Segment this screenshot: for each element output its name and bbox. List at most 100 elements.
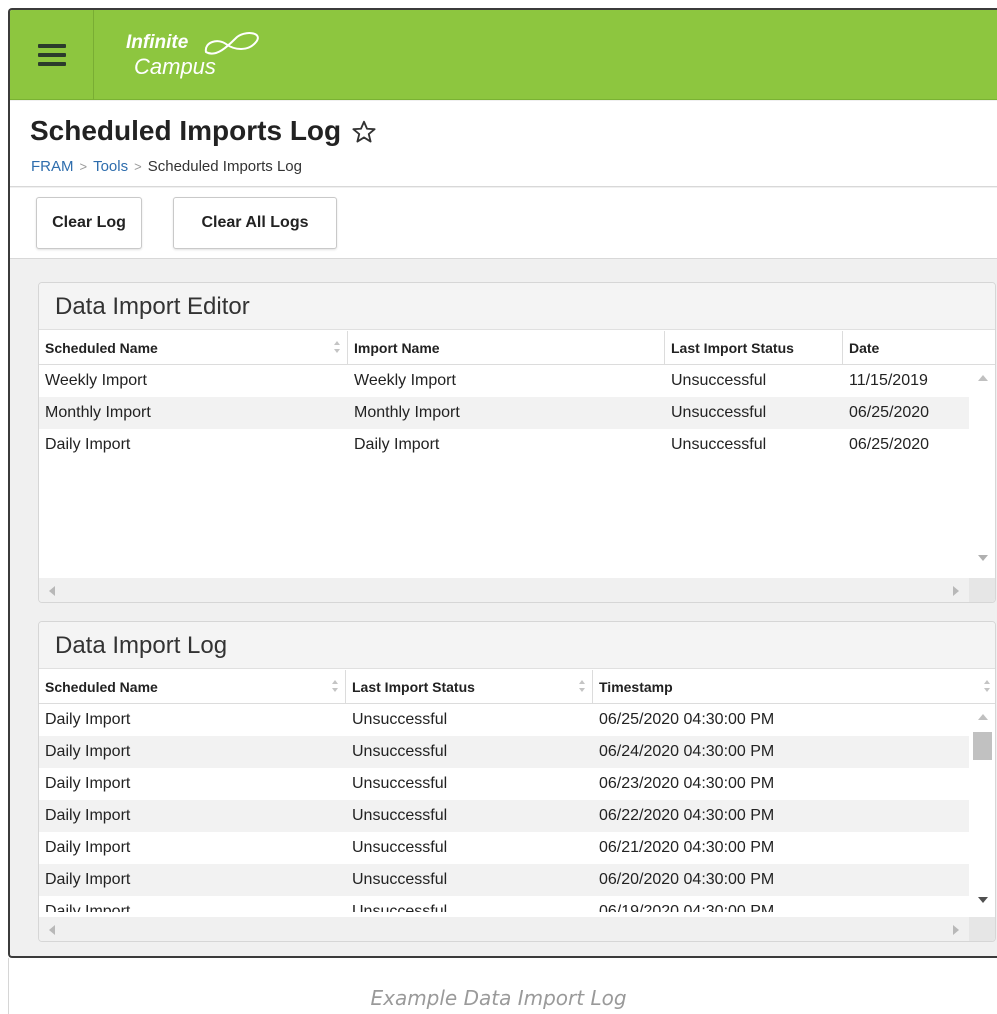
page-header: Scheduled Imports Log FRAM > Tools > Schedul… xyxy=(10,101,997,187)
cell-timestamp: 06/25/2020 04:30:00 PM xyxy=(599,711,775,728)
data-import-log-panel: Data Import Log Scheduled Name Last Impo… xyxy=(38,621,996,942)
sort-icon xyxy=(984,680,990,692)
column-header-last-import-status[interactable]: Last Import Status xyxy=(346,670,593,704)
scroll-right-icon[interactable] xyxy=(953,586,959,596)
table-row[interactable]: Daily Import Daily Import Unsuccessful 0… xyxy=(39,429,995,461)
app-window: Infinite Campus Scheduled Imports Log FR… xyxy=(8,8,997,958)
cell-scheduled-name: Monthly Import xyxy=(45,404,151,421)
page-title: Scheduled Imports Log xyxy=(30,115,342,146)
column-header-last-import-status[interactable]: Last Import Status xyxy=(665,331,843,365)
scroll-down-icon[interactable] xyxy=(978,555,988,561)
log-grid: Scheduled Name Last Import Status Timest… xyxy=(39,670,995,912)
scrollbar-corner xyxy=(969,917,995,941)
vertical-scrollbar[interactable] xyxy=(969,365,995,578)
scroll-up-icon[interactable] xyxy=(978,714,988,720)
scroll-left-icon[interactable] xyxy=(49,925,55,935)
cell-status: Unsuccessful xyxy=(352,775,448,792)
action-toolbar: Clear Log Clear All Logs xyxy=(10,188,997,259)
table-row[interactable]: Daily Import Unsuccessful 06/25/2020 04:… xyxy=(39,704,995,736)
grid-body: Daily Import Unsuccessful 06/25/2020 04:… xyxy=(39,704,995,912)
grid-body: Weekly Import Weekly Import Unsuccessful… xyxy=(39,365,995,461)
logo-swoosh-icon xyxy=(204,32,259,55)
cell-status: Unsuccessful xyxy=(352,839,448,856)
cell-scheduled-name: Daily Import xyxy=(45,711,131,728)
data-import-editor-panel: Data Import Editor Scheduled Name Import… xyxy=(38,282,996,603)
table-row[interactable]: Daily Import Unsuccessful 06/23/2020 04:… xyxy=(39,768,995,800)
cell-timestamp: 06/24/2020 04:30:00 PM xyxy=(599,743,775,760)
column-header-date[interactable]: Date xyxy=(843,331,995,365)
scrollbar-thumb[interactable] xyxy=(973,732,992,760)
cell-scheduled-name: Daily Import xyxy=(45,903,131,912)
figure-caption: Example Data Import Log xyxy=(370,986,627,1010)
clear-all-logs-button[interactable]: Clear All Logs xyxy=(173,197,337,249)
table-row[interactable]: Weekly Import Weekly Import Unsuccessful… xyxy=(39,365,995,397)
menu-icon[interactable] xyxy=(10,10,94,100)
grid-header: Scheduled Name Import Name Last Import S… xyxy=(39,331,995,365)
horizontal-scrollbar[interactable] xyxy=(39,578,971,602)
scroll-left-icon[interactable] xyxy=(49,586,55,596)
table-row[interactable]: Daily Import Unsuccessful 06/22/2020 04:… xyxy=(39,800,995,832)
cell-status: Unsuccessful xyxy=(352,743,448,760)
top-bar: Infinite Campus xyxy=(10,10,997,100)
cell-timestamp: 06/23/2020 04:30:00 PM xyxy=(599,775,775,792)
table-row[interactable]: Daily Import Unsuccessful 06/24/2020 04:… xyxy=(39,736,995,768)
panel-header: Data Import Editor xyxy=(39,283,995,330)
cell-scheduled-name: Weekly Import xyxy=(45,372,147,389)
breadcrumb: FRAM > Tools > Scheduled Imports Log xyxy=(31,158,302,175)
editor-grid: Scheduled Name Import Name Last Import S… xyxy=(39,331,995,461)
panel-title: Data Import Log xyxy=(55,632,228,659)
panel-header: Data Import Log xyxy=(39,622,995,669)
logo-line1: Infinite xyxy=(126,32,189,53)
vertical-scrollbar[interactable] xyxy=(969,704,995,917)
chevron-right-icon: > xyxy=(79,159,88,174)
cell-date: 06/25/2020 xyxy=(849,404,930,421)
column-header-scheduled-name[interactable]: Scheduled Name xyxy=(39,331,348,365)
sort-icon xyxy=(334,341,340,353)
sort-icon xyxy=(332,680,338,692)
cell-status: Unsuccessful xyxy=(671,372,767,389)
cell-status: Unsuccessful xyxy=(352,871,448,888)
cell-status: Unsuccessful xyxy=(671,404,767,421)
cell-import-name: Daily Import xyxy=(354,436,440,453)
star-icon[interactable] xyxy=(351,119,377,145)
table-row[interactable]: Daily Import Unsuccessful 06/21/2020 04:… xyxy=(39,832,995,864)
cell-timestamp: 06/22/2020 04:30:00 PM xyxy=(599,807,775,824)
column-header-scheduled-name[interactable]: Scheduled Name xyxy=(39,670,346,704)
cell-timestamp: 06/21/2020 04:30:00 PM xyxy=(599,839,775,856)
cell-import-name: Weekly Import xyxy=(354,372,456,389)
cell-scheduled-name: Daily Import xyxy=(45,743,131,760)
cell-date: 06/25/2020 xyxy=(849,436,930,453)
cell-date: 11/15/2019 xyxy=(849,372,928,389)
table-row[interactable]: Daily Import Unsuccessful 06/19/2020 04:… xyxy=(39,896,995,912)
breadcrumb-tools[interactable]: Tools xyxy=(93,158,128,175)
cell-timestamp: 06/19/2020 04:30:00 PM xyxy=(599,903,775,912)
cell-scheduled-name: Daily Import xyxy=(45,871,131,888)
breadcrumb-fram[interactable]: FRAM xyxy=(31,158,74,175)
scroll-down-icon[interactable] xyxy=(978,897,988,903)
cell-scheduled-name: Daily Import xyxy=(45,807,131,824)
cell-status: Unsuccessful xyxy=(352,807,448,824)
cell-scheduled-name: Daily Import xyxy=(45,436,131,453)
scroll-up-icon[interactable] xyxy=(978,375,988,381)
panel-title: Data Import Editor xyxy=(55,293,250,320)
cell-status: Unsuccessful xyxy=(352,903,448,912)
cell-scheduled-name: Daily Import xyxy=(45,839,131,856)
column-header-import-name[interactable]: Import Name xyxy=(348,331,665,365)
table-row[interactable]: Monthly Import Monthly Import Unsuccessf… xyxy=(39,397,995,429)
chevron-right-icon: > xyxy=(134,159,142,174)
breadcrumb-current: Scheduled Imports Log xyxy=(147,158,302,175)
clear-log-button[interactable]: Clear Log xyxy=(36,197,142,249)
infinite-campus-logo: Infinite Campus xyxy=(122,24,282,84)
column-header-timestamp[interactable]: Timestamp xyxy=(593,670,995,704)
cell-scheduled-name: Daily Import xyxy=(45,775,131,792)
table-row[interactable]: Daily Import Unsuccessful 06/20/2020 04:… xyxy=(39,864,995,896)
sort-icon xyxy=(579,680,585,692)
horizontal-scrollbar[interactable] xyxy=(39,917,971,941)
scrollbar-corner xyxy=(969,578,995,602)
cell-status: Unsuccessful xyxy=(671,436,767,453)
scroll-right-icon[interactable] xyxy=(953,925,959,935)
cell-import-name: Monthly Import xyxy=(354,404,460,421)
cell-status: Unsuccessful xyxy=(352,711,448,728)
grid-header: Scheduled Name Last Import Status Timest… xyxy=(39,670,995,704)
cell-timestamp: 06/20/2020 04:30:00 PM xyxy=(599,871,775,888)
